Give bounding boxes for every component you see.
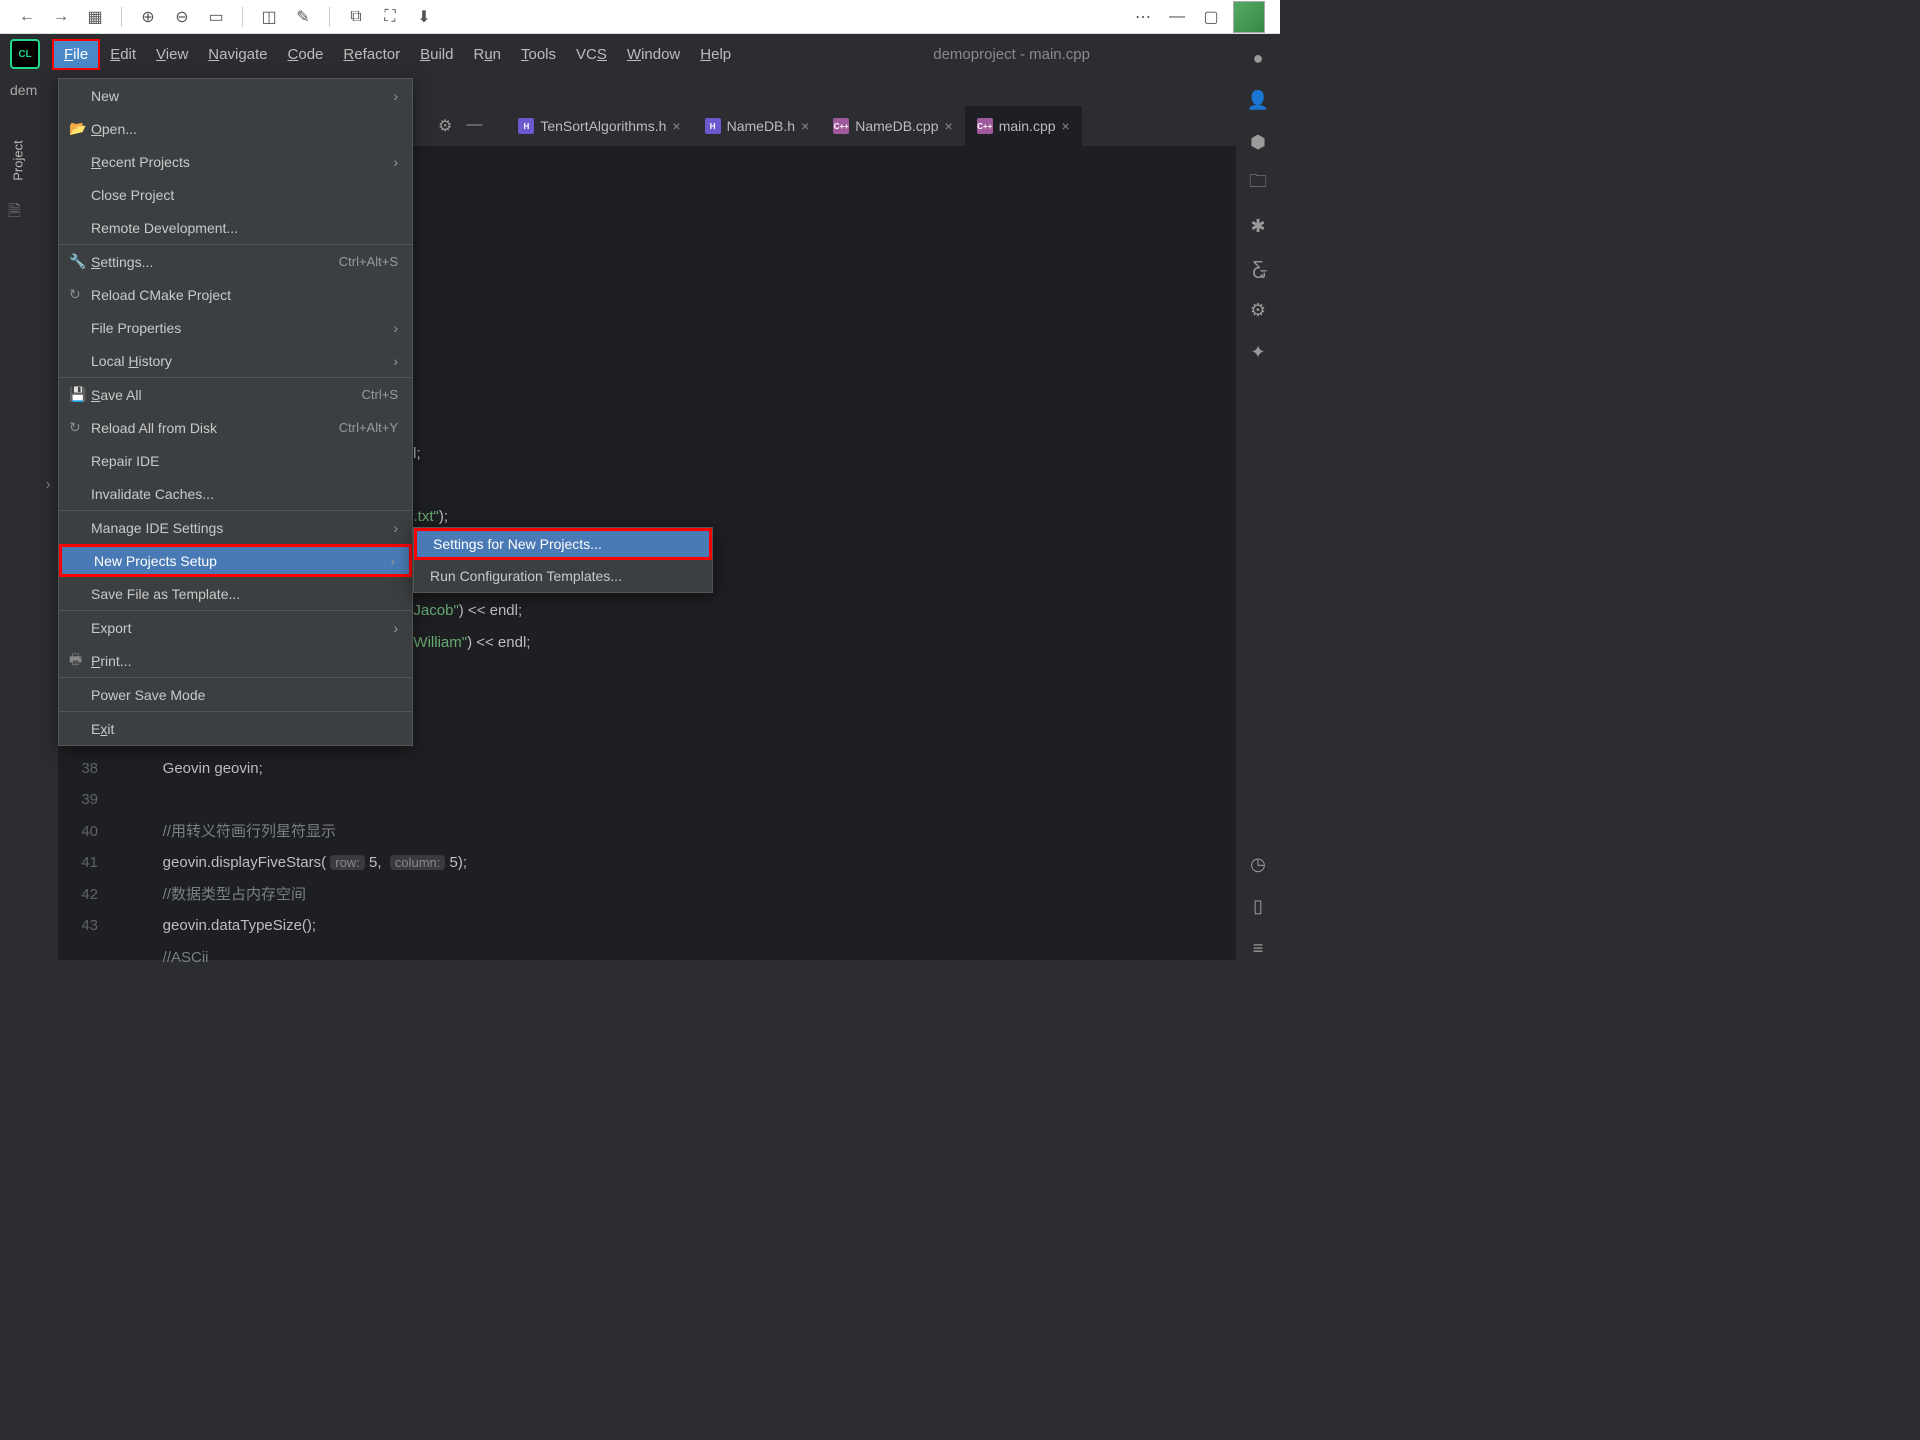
tab-tensort[interactable]: HTenSortAlgorithms.h×: [506, 106, 692, 146]
menu-lines-icon[interactable]: ≡: [1246, 936, 1270, 960]
file-menu-remote-development-[interactable]: Remote Development...: [59, 211, 412, 244]
aperture-icon[interactable]: ✱: [1246, 214, 1270, 238]
file-menu-new[interactable]: New›: [59, 79, 412, 112]
settings-icon[interactable]: ⚙: [438, 116, 452, 136]
sidebar-expand-icon[interactable]: ›: [38, 106, 58, 960]
file-menu-reload-all-from-disk[interactable]: ↻Reload All from DiskCtrl+Alt+Y: [59, 411, 412, 444]
file-menu-invalidate-caches-[interactable]: Invalidate Caches...: [59, 477, 412, 510]
minimize-icon[interactable]: —: [1165, 5, 1189, 29]
person-icon[interactable]: 👤: [1246, 88, 1270, 112]
file-menu-close-project[interactable]: Close Project: [59, 178, 412, 211]
forward-icon[interactable]: →: [49, 5, 73, 29]
file-menu-export[interactable]: Export›: [59, 611, 412, 644]
clock-icon[interactable]: ◷: [1246, 852, 1270, 876]
folder-icon[interactable]: 🗀: [1246, 172, 1270, 196]
file-menu-save-all[interactable]: 💾Save AllCtrl+S: [59, 378, 412, 411]
close-icon[interactable]: ×: [801, 118, 809, 134]
file-menu-recent-projects[interactable]: Recent Projects›: [59, 145, 412, 178]
butterfly-icon[interactable]: Ƹ̵̡: [1246, 256, 1270, 280]
tab-main-cpp[interactable]: C++main.cpp×: [965, 106, 1082, 146]
close-icon[interactable]: ×: [672, 118, 680, 134]
right-tool-gutter: ● 👤 ⬢ 🗀 ✱ Ƹ̵̡ ⚙ ✦ ◷ ▯ ≡: [1236, 34, 1280, 960]
menu-vcs[interactable]: VCS: [566, 41, 617, 68]
menu-help[interactable]: Help: [690, 41, 741, 68]
edit-icon[interactable]: ✎: [291, 5, 315, 29]
back-icon[interactable]: ←: [15, 5, 39, 29]
menu-tools[interactable]: Tools: [511, 41, 566, 68]
file-menu-open-[interactable]: 📂Open...: [59, 112, 412, 145]
copy-icon[interactable]: ⧉: [344, 5, 368, 29]
menu-bar: CL File Edit View Navigate Code Refactor…: [0, 34, 1280, 74]
avatar[interactable]: [1233, 1, 1265, 33]
file-menu-save-file-as-template-[interactable]: Save File as Template...: [59, 577, 412, 610]
cube-icon[interactable]: ⬢: [1246, 130, 1270, 154]
menu-navigate[interactable]: Navigate: [198, 41, 277, 68]
menu-view[interactable]: View: [146, 41, 198, 68]
tab-namedb-h[interactable]: HNameDB.h×: [693, 106, 822, 146]
chat-icon[interactable]: ●: [1246, 46, 1270, 70]
menu-window[interactable]: Window: [617, 41, 690, 68]
menu-code[interactable]: Code: [278, 41, 334, 68]
submenu-run-configuration-templates-[interactable]: Run Configuration Templates...: [414, 560, 712, 592]
menu-edit[interactable]: Edit: [100, 41, 146, 68]
zoom-out-icon[interactable]: ⊖: [170, 5, 194, 29]
close-icon[interactable]: ×: [1062, 118, 1070, 134]
file-icon[interactable]: 🗎: [8, 200, 21, 227]
more-icon[interactable]: ⋯: [1131, 5, 1155, 29]
file-menu-reload-cmake-project[interactable]: ↻Reload CMake Project: [59, 278, 412, 311]
file-menu-dropdown: New›📂Open...Recent Projects›Close Projec…: [58, 78, 413, 746]
file-menu-local-history[interactable]: Local History›: [59, 344, 412, 377]
file-menu-new-projects-setup[interactable]: New Projects Setup›: [59, 544, 412, 577]
file-menu-repair-ide[interactable]: Repair IDE: [59, 444, 412, 477]
collapse-icon[interactable]: —: [466, 116, 482, 136]
file-menu-manage-ide-settings[interactable]: Manage IDE Settings›: [59, 511, 412, 544]
project-tool-window-tab[interactable]: Project: [0, 115, 36, 205]
zoom-in-icon[interactable]: ⊕: [136, 5, 160, 29]
menu-refactor[interactable]: Refactor: [333, 41, 410, 68]
clion-logo-icon: CL: [10, 39, 40, 69]
device-icon[interactable]: ▯: [1246, 894, 1270, 918]
gear-icon[interactable]: ⚙: [1246, 298, 1270, 322]
menu-build[interactable]: Build: [410, 41, 463, 68]
file-menu-print-[interactable]: 🖶Print...: [59, 644, 412, 677]
new-projects-setup-submenu: Settings for New Projects...Run Configur…: [413, 527, 713, 593]
close-icon[interactable]: ×: [945, 118, 953, 134]
apps-grid-icon[interactable]: ▦: [83, 5, 107, 29]
tab-namedb-cpp[interactable]: C++NameDB.cpp×: [821, 106, 964, 146]
file-menu-settings-[interactable]: 🔧Settings...Ctrl+Alt+S: [59, 245, 412, 278]
file-menu-power-save-mode[interactable]: Power Save Mode: [59, 678, 412, 711]
browser-toolbar: ← → ▦ ⊕ ⊖ ▭ ◫ ✎ ⧉ ⛶ ⬇ ⋯ — ▢: [0, 0, 1280, 34]
compass-icon[interactable]: ✦: [1246, 340, 1270, 364]
submenu-settings-for-new-projects-[interactable]: Settings for New Projects...: [414, 528, 712, 560]
file-menu-file-properties[interactable]: File Properties›: [59, 311, 412, 344]
maximize-icon[interactable]: ▢: [1199, 5, 1223, 29]
breadcrumb-text: dem: [10, 82, 37, 98]
project-title: demoproject - main.cpp: [933, 46, 1090, 63]
download-icon[interactable]: ⬇: [412, 5, 436, 29]
menu-file[interactable]: File: [52, 39, 100, 70]
window-icon[interactable]: ◫: [257, 5, 281, 29]
file-menu-exit[interactable]: Exit: [59, 712, 412, 745]
fullscreen-icon[interactable]: ⛶: [378, 5, 402, 29]
menu-run[interactable]: Run: [463, 41, 511, 68]
fit-icon[interactable]: ▭: [204, 5, 228, 29]
